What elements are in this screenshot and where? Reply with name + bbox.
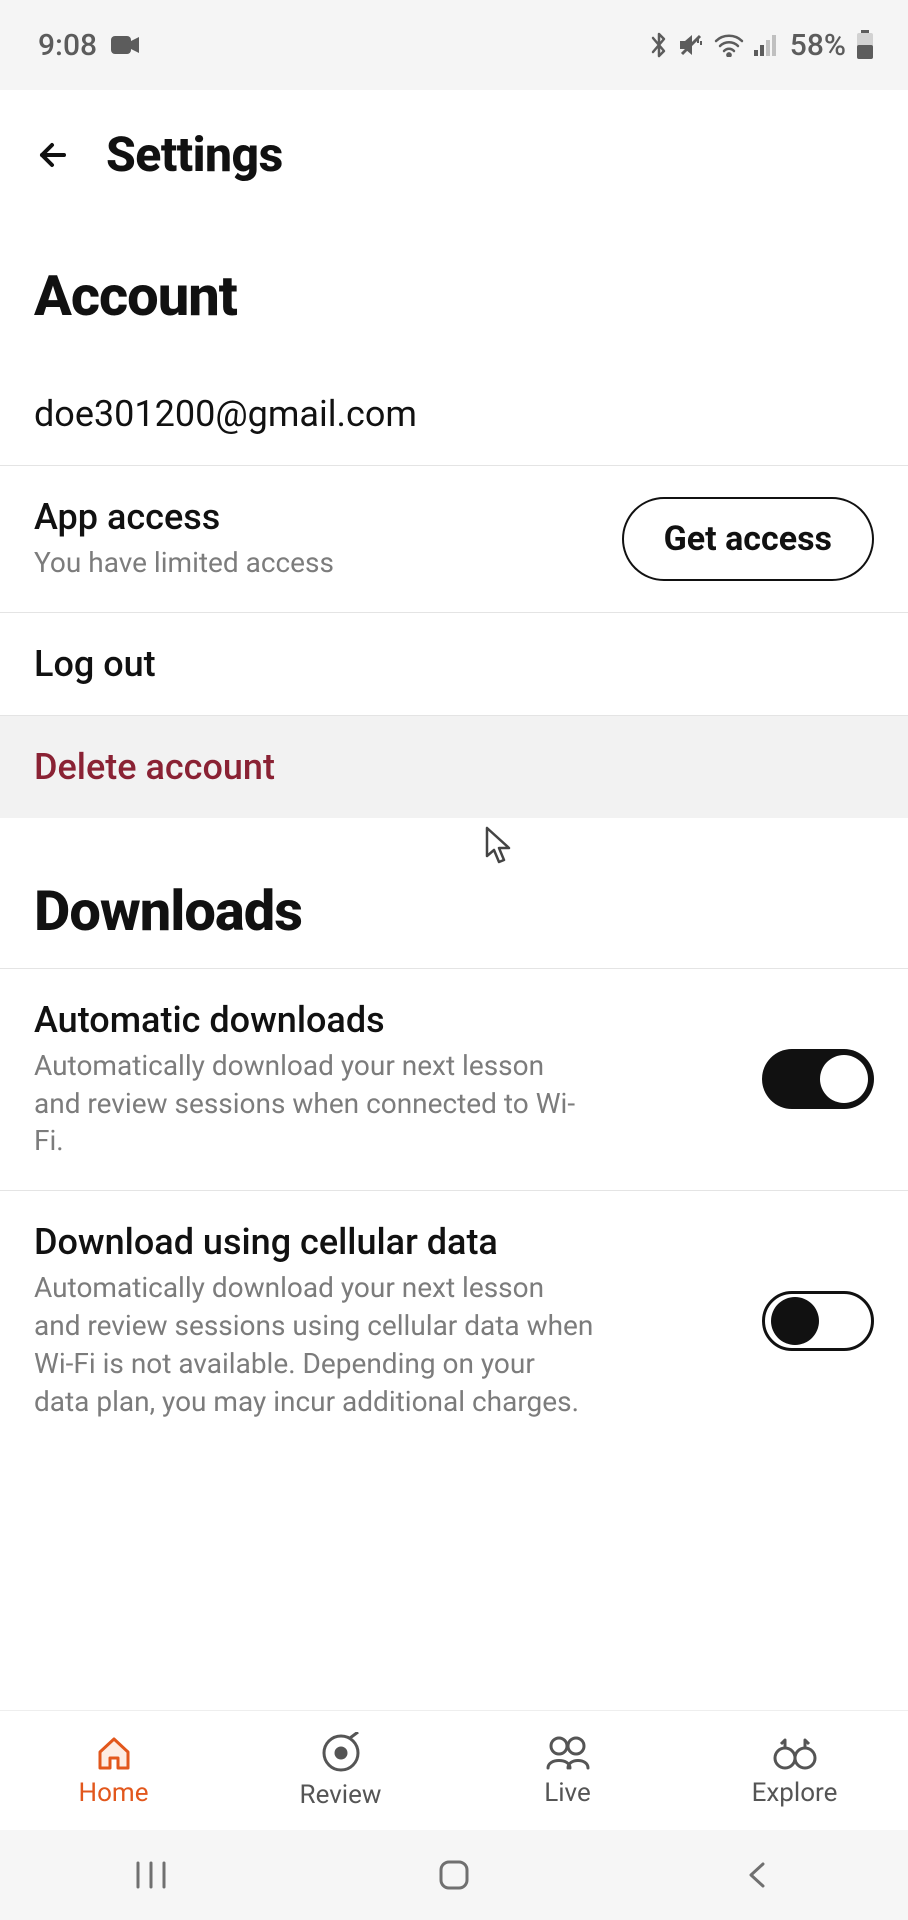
row-delete-account[interactable]: Delete account [0, 716, 908, 818]
bottom-nav: Home Review Live Explore [0, 1710, 908, 1830]
row-app-access: App access You have limited access Get a… [0, 466, 908, 613]
app-access-label: App access [34, 496, 594, 538]
row-cellular-downloads: Download using cellular data Automatical… [0, 1191, 908, 1450]
system-back-button[interactable] [727, 1855, 787, 1895]
battery-icon [856, 30, 874, 60]
tab-home-label: Home [79, 1778, 149, 1808]
tab-live-label: Live [544, 1778, 591, 1808]
tab-live[interactable]: Live [454, 1711, 681, 1830]
recent-apps-button[interactable] [121, 1855, 181, 1895]
back-button[interactable] [34, 133, 78, 177]
cellular-downloads-label: Download using cellular data [34, 1221, 734, 1263]
tab-review[interactable]: Review [227, 1711, 454, 1830]
battery-percent: 58% [790, 28, 846, 63]
auto-downloads-label: Automatic downloads [34, 999, 734, 1041]
row-email[interactable]: doe301200@gmail.com [0, 353, 908, 466]
bluetooth-icon [650, 31, 668, 59]
camera-icon [111, 34, 141, 56]
tab-explore[interactable]: Explore [681, 1711, 908, 1830]
get-access-button[interactable]: Get access [622, 497, 874, 581]
status-time: 9:08 [38, 28, 97, 63]
logout-label: Log out [34, 643, 874, 685]
tab-review-label: Review [300, 1780, 382, 1810]
tab-home[interactable]: Home [0, 1711, 227, 1830]
account-email: doe301200@gmail.com [34, 393, 874, 435]
page-title: Settings [106, 126, 283, 183]
app-access-sub: You have limited access [34, 544, 594, 582]
settings-content: Account doe301200@gmail.com App access Y… [0, 203, 908, 1710]
auto-downloads-sub: Automatically download your next lesson … [34, 1047, 594, 1160]
section-downloads-title: Downloads [0, 818, 908, 968]
wifi-icon [714, 33, 744, 57]
status-bar: 9:08 58% [0, 0, 908, 90]
delete-account-label: Delete account [34, 746, 874, 788]
signal-icon [754, 34, 780, 56]
section-account-title: Account [0, 203, 908, 353]
home-button[interactable] [424, 1855, 484, 1895]
page-header: Settings [0, 90, 908, 203]
mute-icon [678, 32, 704, 58]
tab-explore-label: Explore [752, 1778, 838, 1808]
cellular-downloads-toggle[interactable] [762, 1291, 874, 1351]
row-auto-downloads: Automatic downloads Automatically downlo… [0, 968, 908, 1191]
row-logout[interactable]: Log out [0, 613, 908, 716]
auto-downloads-toggle[interactable] [762, 1049, 874, 1109]
cellular-downloads-sub: Automatically download your next lesson … [34, 1269, 594, 1420]
system-nav [0, 1830, 908, 1920]
